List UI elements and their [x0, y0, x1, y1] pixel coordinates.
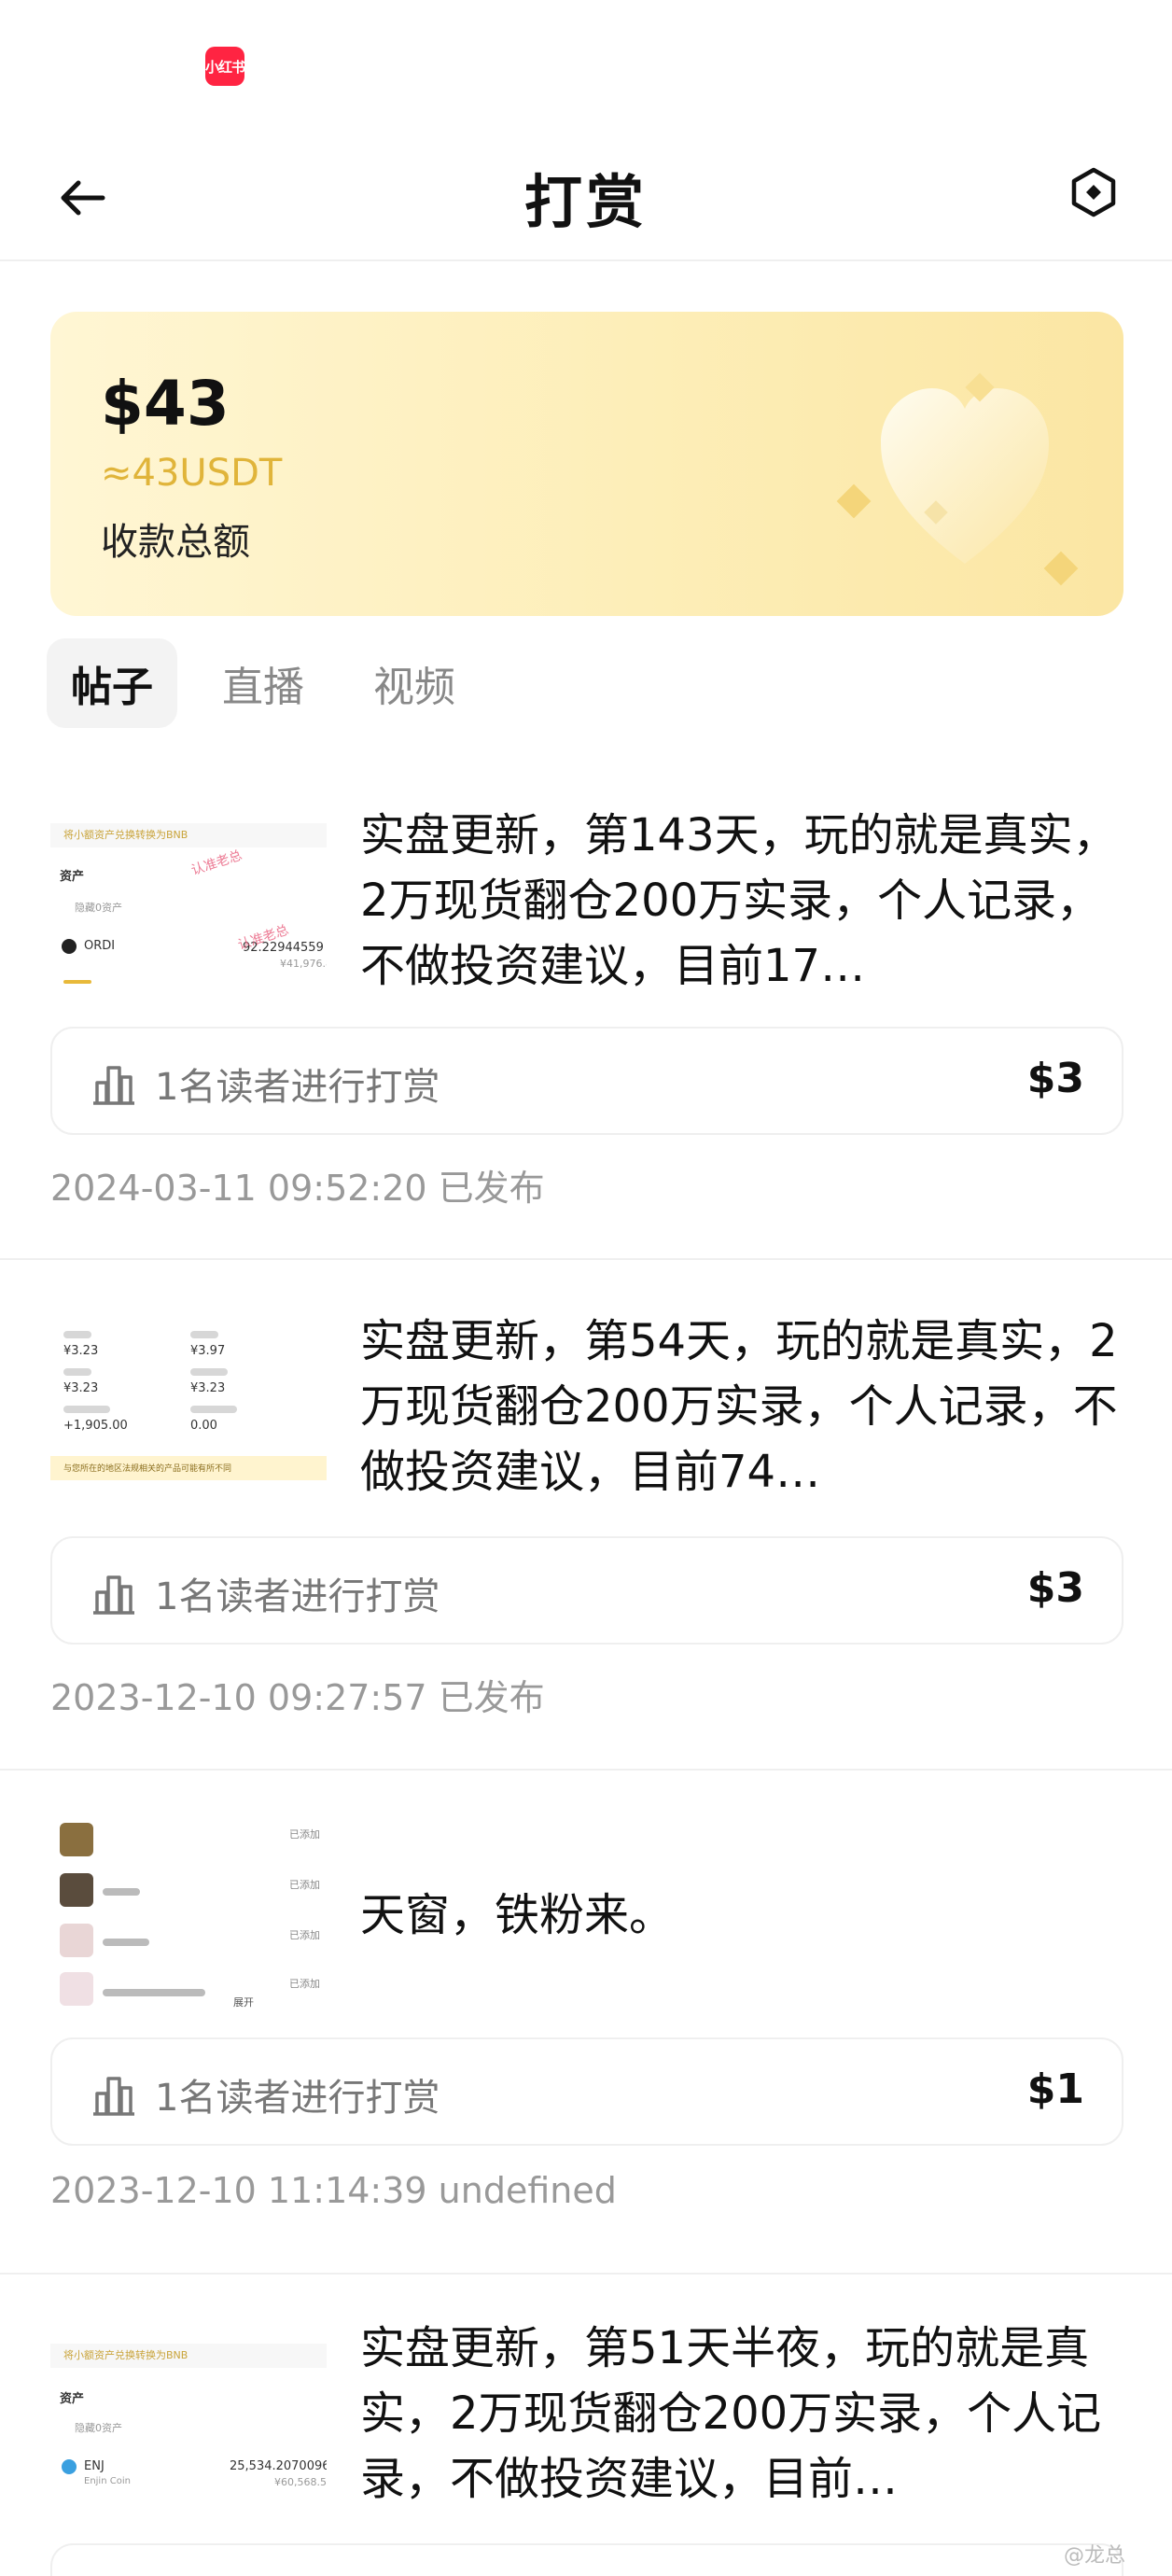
- total-received-card: $43 ≈43USDT 收款总额: [50, 312, 1123, 616]
- bar-chart-icon: [93, 1066, 134, 1105]
- watermark: @龙总: [1064, 2544, 1126, 2568]
- thumb-notice: 与您所在的地区法规相关的产品可能有所不同: [63, 1464, 232, 1474]
- reward-amount: $1: [1026, 2065, 1084, 2113]
- post-item[interactable]: ¥3.23 ¥3.97 ¥3.23 ¥3.23 +1,905.00 0.00 与…: [0, 1262, 1172, 1771]
- post-timestamp: 2024-03-11 09:52:20 已发布: [50, 1168, 545, 1209]
- post-title: 天窗，铁粉来。: [360, 1889, 675, 1941]
- thumb-heading: 资产: [60, 2392, 85, 2406]
- thumb-coin-sub: Enjin Coin: [84, 2476, 131, 2486]
- thumb-heading: 资产: [60, 870, 85, 884]
- thumb-added: 已添加: [289, 1879, 320, 1891]
- reward-summary[interactable]: 1名读者进行打赏 $3: [50, 1536, 1123, 1645]
- post-thumbnail: ¥3.23 ¥3.97 ¥3.23 ¥3.23 +1,905.00 0.00 与…: [50, 1316, 327, 1499]
- page-title: 打赏: [523, 168, 648, 236]
- tab-videos[interactable]: 视频: [349, 638, 480, 728]
- thumb-added: 已添加: [289, 1828, 320, 1841]
- reward-summary[interactable]: 1名读者进行打赏 $3: [50, 1027, 1123, 1135]
- post-timestamp: 2023-12-10 11:14:39 undefined: [50, 2170, 617, 2211]
- bar-chart-icon: [93, 1575, 134, 1615]
- post-title: 实盘更新，第51天半夜，玩的就是真实，2万现货翻仓200万实录，个人记录，不做投…: [360, 2322, 1102, 2505]
- app-notification-icon: 小红书: [205, 47, 245, 86]
- tab-posts[interactable]: 帖子: [47, 638, 177, 728]
- thumb-stamp: 认准老总: [189, 847, 244, 879]
- post-title: 实盘更新，第54天，玩的就是真实，2万现货翻仓200万实录，个人记录，不做投资建…: [360, 1315, 1118, 1498]
- reader-count: 1名读者进行打赏: [155, 2077, 440, 2120]
- thumb-cell: 0.00: [190, 1419, 217, 1433]
- thumb-coin: ENJ: [84, 2459, 105, 2473]
- content-tabs: 帖子 直播 视频: [47, 638, 480, 728]
- thumb-coin: ORDI: [84, 939, 116, 953]
- thumb-expand: 展开: [233, 1996, 254, 2009]
- thumb-cell: ¥3.23: [190, 1381, 226, 1395]
- thumb-cell: ¥3.23: [63, 1381, 99, 1395]
- thumb-value: 25,534.20700964: [230, 2459, 327, 2473]
- tab-live[interactable]: 直播: [198, 638, 328, 728]
- reward-amount: $3: [1026, 1055, 1084, 1102]
- thumb-banner-text: 将小额资产兑换转换为BNB: [63, 829, 188, 841]
- thumb-value-sub: ¥41,976.8: [280, 958, 327, 970]
- thumb-value-sub: ¥60,568.51: [274, 2476, 327, 2488]
- thumb-added: 已添加: [289, 1978, 320, 1990]
- heart-icon: [836, 372, 1079, 586]
- settings-button[interactable]: [1064, 162, 1123, 222]
- thumb-cell: ¥3.23: [63, 1344, 99, 1358]
- post-thumbnail: 将小额资产兑换转换为BNB 资产 隐藏0资产 ORDI 92.22944559 …: [50, 816, 327, 999]
- thumb-sub: 隐藏0资产: [75, 2422, 122, 2434]
- thumb-cell: ¥3.97: [190, 1344, 226, 1358]
- hexagon-settings-icon: [1071, 167, 1116, 217]
- post-thumbnail: 将小额资产兑换转换为BNB 资产 隐藏0资产 ENJ Enjin Coin 25…: [50, 2334, 327, 2517]
- thumb-cell: +1,905.00: [63, 1419, 128, 1433]
- post-item[interactable]: 将小额资产兑换转换为BNB 资产 隐藏0资产 ORDI 92.22944559 …: [0, 765, 1172, 1260]
- reader-count: 1名读者进行打赏: [155, 1575, 440, 1618]
- bar-chart-icon: [93, 2077, 134, 2116]
- post-thumbnail: 已添加 已添加 已添加 已添加 展开: [50, 1817, 327, 2013]
- total-amount: $43: [101, 368, 230, 440]
- total-usdt: ≈43USDT: [101, 452, 283, 495]
- top-nav-bar: 打赏: [0, 140, 1172, 261]
- post-timestamp: 2023-12-10 09:27:57 已发布: [50, 1677, 545, 1718]
- reward-summary[interactable]: [50, 2543, 1123, 2576]
- total-label: 收款总额: [101, 521, 250, 564]
- post-item[interactable]: 将小额资产兑换转换为BNB 资产 隐藏0资产 ENJ Enjin Coin 25…: [0, 2276, 1172, 2576]
- post-title: 实盘更新，第143天，玩的就是真实，2万现货翻仓200万实录，个人记录，不做投资…: [360, 809, 1118, 992]
- post-item[interactable]: 已添加 已添加 已添加 已添加 展开 天窗，铁粉来。 1名读者进行打赏 $1 2…: [0, 1772, 1172, 2275]
- thumb-sub: 隐藏0资产: [75, 902, 122, 914]
- thumb-added: 已添加: [289, 1929, 320, 1941]
- reward-amount: $3: [1026, 1564, 1084, 1612]
- reader-count: 1名读者进行打赏: [155, 1066, 440, 1109]
- thumb-banner-text: 将小额资产兑换转换为BNB: [63, 2349, 188, 2361]
- reward-summary[interactable]: 1名读者进行打赏 $1: [50, 2037, 1123, 2146]
